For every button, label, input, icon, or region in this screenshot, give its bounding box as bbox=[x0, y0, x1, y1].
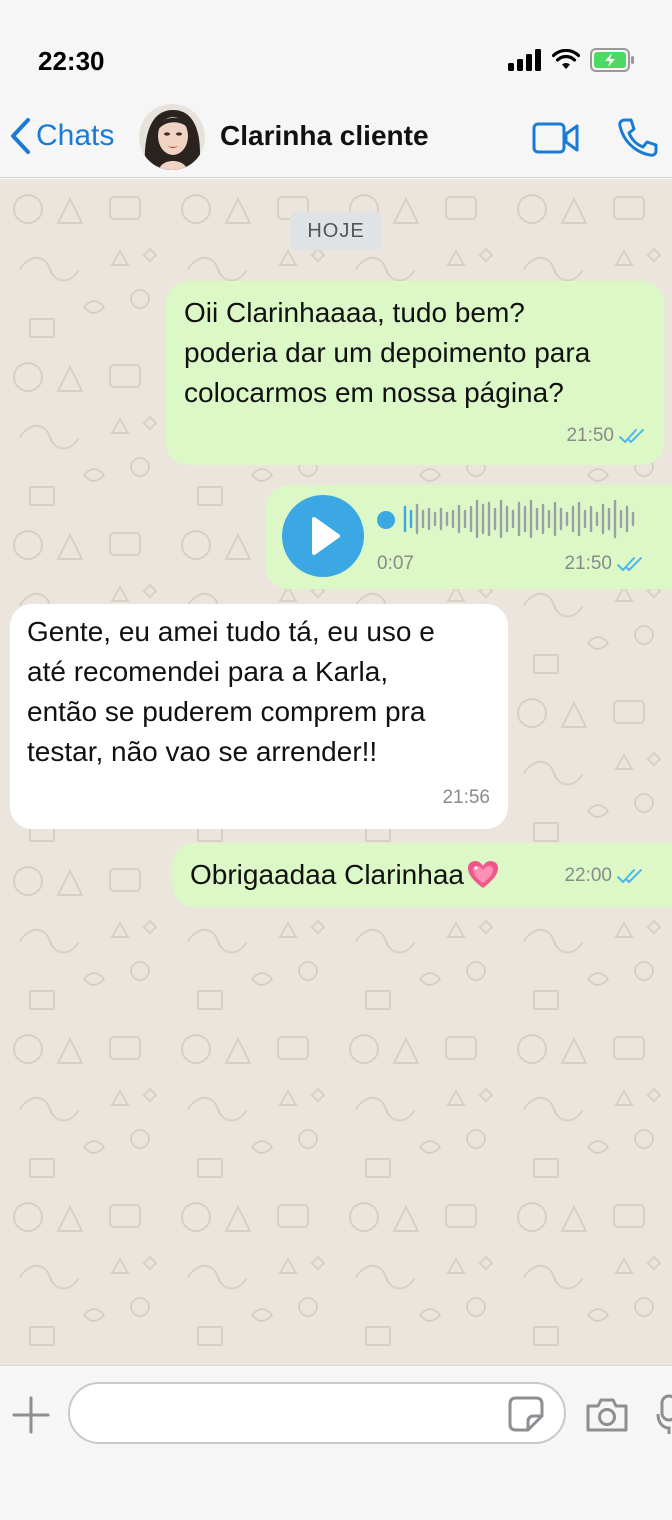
sticker-button[interactable] bbox=[508, 1396, 544, 1437]
message-line: Obrigaadaa Clarinhaa bbox=[190, 859, 464, 890]
avatar[interactable] bbox=[139, 104, 205, 170]
status-bar: 22:30 bbox=[0, 0, 672, 100]
back-label: Chats bbox=[36, 119, 115, 152]
message-line: então se puderem comprem pra bbox=[27, 696, 426, 727]
attach-button[interactable] bbox=[12, 1396, 50, 1439]
message-meta: 22:00 bbox=[564, 865, 644, 887]
back-button[interactable]: Chats bbox=[8, 116, 114, 156]
message-input[interactable] bbox=[68, 1382, 566, 1444]
message-time: 21:56 bbox=[442, 787, 490, 808]
message-line: Gente, eu amei tudo tá, eu uso e bbox=[27, 616, 435, 647]
message-time: 21:50 bbox=[564, 553, 612, 574]
double-check-icon bbox=[617, 557, 642, 571]
phone-call-icon bbox=[618, 118, 658, 157]
message-bubble-incoming[interactable]: Gente, eu amei tudo tá, eu uso e até rec… bbox=[10, 604, 508, 829]
message-bubble-outgoing[interactable]: Oii Clarinhaaaa, tudo bem? poderia dar u… bbox=[166, 281, 664, 465]
waveform bbox=[403, 499, 635, 539]
message-text: Gente, eu amei tudo tá, eu uso e até rec… bbox=[27, 612, 503, 772]
chevron-left-icon bbox=[11, 118, 30, 154]
video-call-icon bbox=[532, 122, 579, 154]
message-line: testar, não vao se arrender!! bbox=[27, 736, 378, 767]
play-icon bbox=[312, 517, 340, 555]
wifi-icon bbox=[552, 49, 580, 69]
message-line: poderia dar um depoimento para bbox=[184, 337, 591, 368]
chat-header: Chats Clarinha cliente bbox=[0, 100, 672, 178]
message-line: até recomendei para a Karla, bbox=[27, 656, 389, 687]
playback-scrubber[interactable] bbox=[377, 511, 395, 529]
message-input-bar bbox=[0, 1365, 672, 1520]
message-text: Obrigaadaa Clarinhaa bbox=[190, 855, 500, 895]
message-meta: 21:50 bbox=[566, 425, 646, 447]
double-check-icon bbox=[617, 869, 642, 883]
message-line: Oii Clarinhaaaa, tudo bem? bbox=[184, 297, 525, 328]
video-call-button[interactable] bbox=[532, 120, 580, 161]
voice-message-bubble[interactable]: 0:07 21:50 bbox=[266, 485, 672, 589]
status-time: 22:30 bbox=[38, 46, 105, 76]
message-meta: 21:50 bbox=[564, 553, 644, 575]
message-text: Oii Clarinhaaaa, tudo bem? poderia dar u… bbox=[184, 293, 654, 413]
double-check-icon bbox=[619, 429, 644, 443]
camera-icon bbox=[586, 1398, 628, 1432]
sticker-icon bbox=[508, 1396, 544, 1432]
message-line: colocarmos em nossa página? bbox=[184, 377, 564, 408]
contact-name[interactable]: Clarinha cliente bbox=[220, 120, 429, 152]
voice-duration: 0:07 bbox=[377, 553, 414, 574]
message-bubble-outgoing[interactable]: Obrigaadaa Clarinhaa 22:00 bbox=[172, 843, 672, 907]
signal-icon bbox=[508, 49, 541, 71]
sparkling-heart-icon bbox=[467, 861, 498, 888]
microphone-button[interactable] bbox=[656, 1394, 672, 1439]
plus-icon bbox=[12, 1396, 50, 1434]
status-icons bbox=[508, 48, 636, 72]
message-time: 22:00 bbox=[564, 865, 612, 886]
chat-area[interactable]: HOJE Oii Clarinhaaaa, tudo bem? poderia … bbox=[0, 179, 672, 1365]
message-time: 21:50 bbox=[566, 425, 614, 446]
microphone-icon bbox=[656, 1394, 672, 1434]
battery-charging-icon bbox=[590, 48, 634, 72]
camera-button[interactable] bbox=[584, 1396, 630, 1439]
date-chip: HOJE bbox=[290, 212, 382, 250]
play-button[interactable] bbox=[282, 495, 364, 577]
phone-call-button[interactable] bbox=[616, 116, 658, 163]
message-meta: 21:56 bbox=[442, 787, 490, 809]
